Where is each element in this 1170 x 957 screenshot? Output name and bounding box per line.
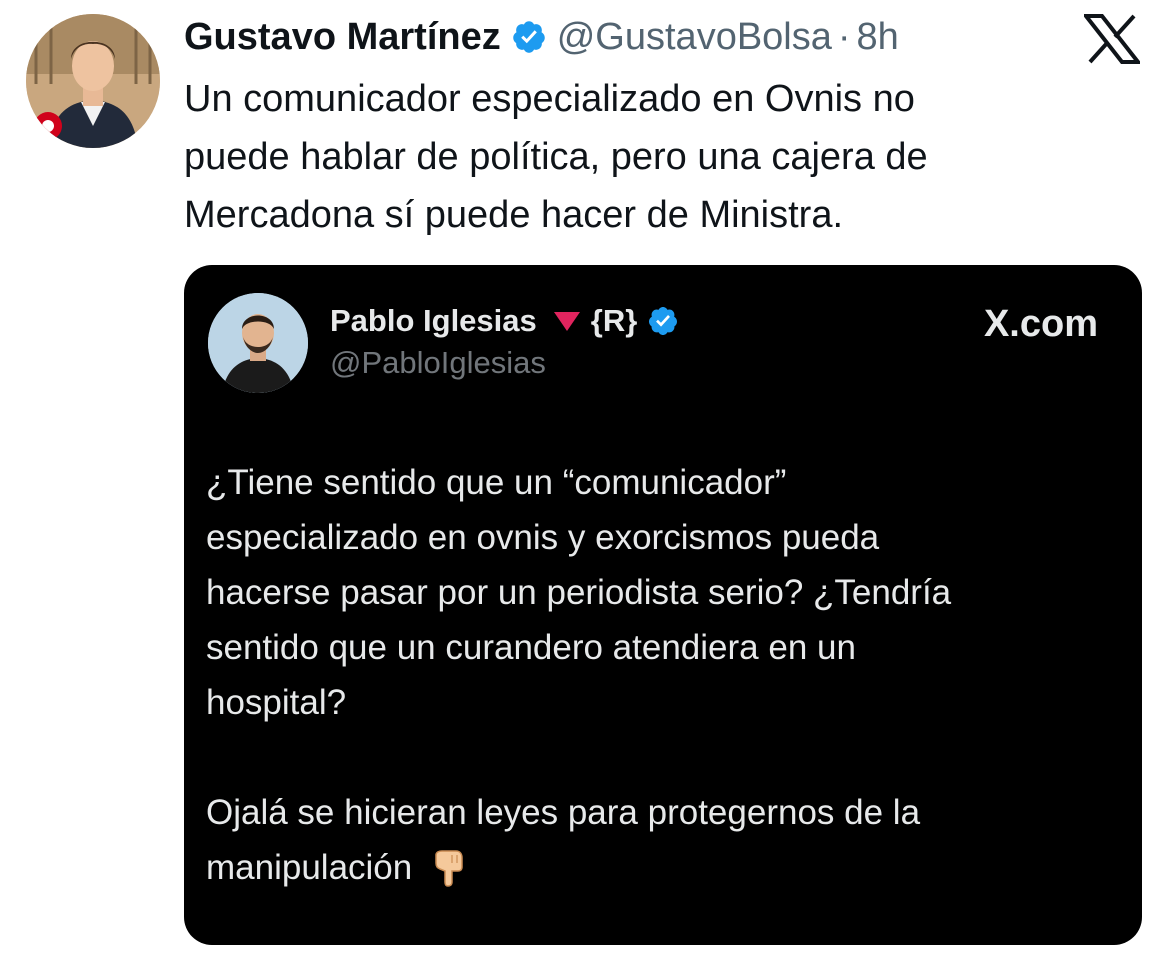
embedded-header: Pablo Iglesias {R} <box>330 301 679 341</box>
verified-badge-icon <box>649 307 678 335</box>
embedded-text-line: ¿Tiene sentido que un “comunicador” <box>206 463 787 502</box>
embedded-domain-label: X.com <box>983 303 1098 345</box>
embedded-post-image[interactable]: Pablo Iglesias {R} @PabloIglesias X.com … <box>184 265 1142 945</box>
author-name[interactable]: Gustavo Martínez <box>184 16 501 59</box>
author-handle[interactable]: @GustavoBolsa <box>557 16 832 59</box>
tweet-text-line: Un comunicador especializado en Ovnis no <box>184 78 915 120</box>
embedded-text-line-with-emoji: manipulación <box>206 840 1106 895</box>
separator-dot: · <box>837 15 851 58</box>
embedded-text-line: especializado en ovnis y exorcismos pued… <box>206 518 880 557</box>
red-triangle-down-icon <box>553 312 580 331</box>
x-logo-icon[interactable] <box>1084 14 1140 64</box>
profile-photo-icon <box>26 14 160 148</box>
profile-photo-icon <box>208 293 308 393</box>
tweet-timestamp[interactable]: 8h <box>857 16 899 59</box>
tweet-header: Gustavo Martínez @GustavoBolsa · 8h <box>184 10 1170 64</box>
embedded-post-text: ¿Tiene sentido que un “comunicador” espe… <box>206 455 1106 895</box>
embedded-text-line: hospital? <box>206 683 347 722</box>
embedded-text-line: manipulación <box>206 848 413 887</box>
verified-badge-icon <box>512 21 545 53</box>
author-avatar[interactable] <box>26 14 160 148</box>
embedded-author-handle: @PabloIglesias <box>330 345 546 380</box>
tweet-text-line: Mercadona sí puede hacer de Ministra. <box>184 194 844 236</box>
tweet-text-line: puede hablar de política, pero una cajer… <box>184 136 928 178</box>
tweet-text: Un comunicador especializado en Ovnis no… <box>184 70 1134 244</box>
embedded-author-avatar <box>208 293 308 393</box>
embedded-text-line: Ojalá se hicieran leyes para protegernos… <box>206 793 921 832</box>
hand-pointing-down-icon <box>435 849 463 887</box>
embedded-author-tag: {R} <box>590 303 638 338</box>
embedded-text-line: sentido que un curandero atendiera en un <box>206 628 856 667</box>
embedded-author-name: Pablo Iglesias <box>330 303 537 338</box>
embedded-text-line: hacerse pasar por un periodista serio? ¿… <box>206 573 952 612</box>
